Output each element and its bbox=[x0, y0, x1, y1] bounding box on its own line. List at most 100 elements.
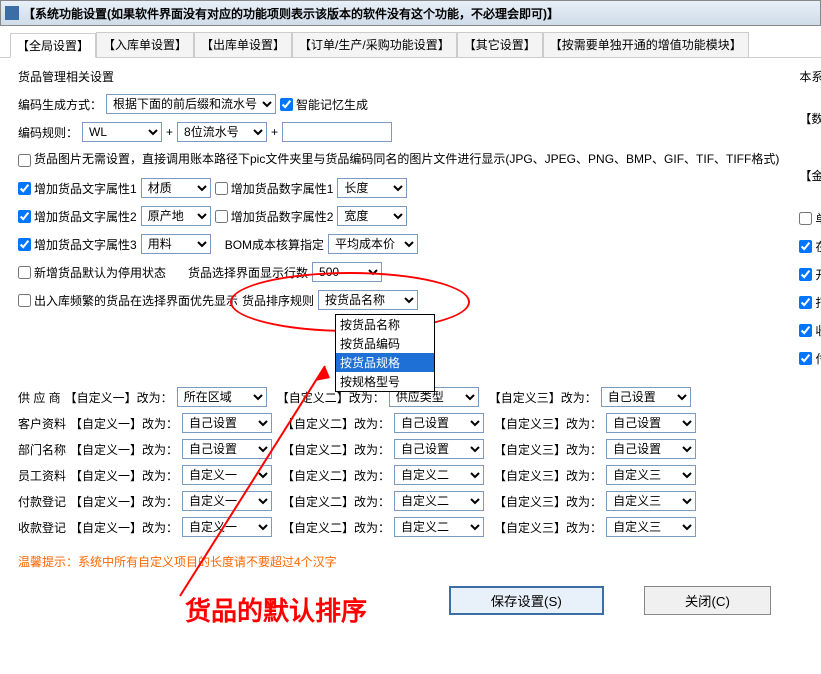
titlebar: 【系统功能设置(如果软件界面没有对应的功能项则表示该版本的软件没有这个功能，不必… bbox=[0, 0, 821, 26]
attr1-label: 增加货品文字属性1 bbox=[34, 180, 137, 197]
sort-rule-select[interactable]: 按货品名称 bbox=[318, 290, 418, 310]
tabbar: 【全局设置】 【入库单设置】 【出库单设置】 【订单/生产/采购功能设置】 【其… bbox=[0, 26, 821, 58]
crow4-s3[interactable]: 自定义三 bbox=[606, 491, 696, 511]
crow4-label: 付款登记 bbox=[18, 493, 66, 510]
enc-suffix-input[interactable] bbox=[282, 122, 392, 142]
crow5-s1[interactable]: 自定义一 bbox=[182, 517, 272, 537]
crow1-s2[interactable]: 自己设置 bbox=[394, 413, 484, 433]
col3-label-4: 【自定义三】改为： bbox=[494, 493, 602, 510]
c1-checkbox[interactable] bbox=[799, 212, 812, 225]
left-section-title: 货品管理相关设置 bbox=[18, 68, 779, 85]
crow3-s2[interactable]: 自定义二 bbox=[394, 465, 484, 485]
title-text: 【系统功能设置(如果软件界面没有对应的功能项则表示该版本的软件没有这个功能，不必… bbox=[23, 5, 559, 22]
right-section-title: 本系统中的通用设置项目 bbox=[799, 68, 821, 85]
tab-outbound[interactable]: 【出库单设置】 bbox=[194, 32, 292, 57]
c7-label: 收款登记保存后自动审核 bbox=[815, 322, 821, 339]
crow0-s3[interactable]: 自己设置 bbox=[601, 387, 691, 407]
c9-checkbox[interactable] bbox=[799, 352, 812, 365]
attr3-select[interactable]: 用料 bbox=[141, 234, 211, 254]
crow4-s1[interactable]: 自定义一 bbox=[182, 491, 272, 511]
col1-label-2: 【自定义一】改为： bbox=[70, 441, 178, 458]
sort-rule-dropdown-list[interactable]: 按货品名称 按货品编码 按货品规格 按规格型号 bbox=[335, 314, 435, 392]
col2-label-2: 【自定义二】改为： bbox=[282, 441, 390, 458]
enc-prefix-select[interactable]: WL bbox=[82, 122, 162, 142]
crow2-s2[interactable]: 自己设置 bbox=[394, 439, 484, 459]
close-button[interactable]: 关闭(C) bbox=[644, 586, 771, 615]
attr3-checkbox[interactable] bbox=[18, 238, 31, 251]
sort-opt-1[interactable]: 按货品编码 bbox=[336, 334, 434, 353]
c6-checkbox[interactable] bbox=[799, 296, 812, 309]
col2-label-3: 【自定义二】改为： bbox=[282, 467, 390, 484]
sort-opt-0[interactable]: 按货品名称 bbox=[336, 315, 434, 334]
crow5-s3[interactable]: 自定义三 bbox=[606, 517, 696, 537]
pic-note-label: 货品图片无需设置，直接调用账本路径下pic文件夹里与货品编码同名的图片文件进行显… bbox=[34, 152, 779, 168]
num1-label: 增加货品数字属性1 bbox=[231, 180, 334, 197]
plus-1: + bbox=[166, 125, 173, 139]
tab-order[interactable]: 【订单/生产/采购功能设置】 bbox=[292, 32, 457, 57]
inout-priority-label: 出入库频繁的货品在选择界面优先显示 bbox=[34, 292, 238, 309]
save-button[interactable]: 保存设置(S) bbox=[449, 586, 604, 615]
col3-label-1: 【自定义三】改为： bbox=[494, 415, 602, 432]
c7-checkbox[interactable] bbox=[799, 324, 812, 337]
crow3-s3[interactable]: 自定义三 bbox=[606, 465, 696, 485]
enc-method-select[interactable]: 根据下面的前后缀和流水号生成编 bbox=[106, 94, 276, 114]
warning-text: 温馨提示：系统中所有自定义项目的长度请不要超过4个汉字 bbox=[0, 545, 821, 578]
annotation-text: 货品的默认排序 bbox=[185, 591, 367, 628]
tab-global[interactable]: 【全局设置】 bbox=[10, 33, 96, 58]
bom-select[interactable]: 平均成本价 bbox=[328, 234, 418, 254]
col1-label-4: 【自定义一】改为： bbox=[70, 493, 178, 510]
show-rows-select[interactable]: 500 bbox=[312, 262, 382, 282]
num1-checkbox[interactable] bbox=[215, 182, 228, 195]
new-stop-label: 新增货品默认为停用状态 bbox=[34, 264, 166, 281]
c2-checkbox[interactable] bbox=[799, 240, 812, 253]
col2-label-5: 【自定义二】改为： bbox=[282, 519, 390, 536]
num2-select[interactable]: 宽度 bbox=[337, 206, 407, 226]
crow4-s2[interactable]: 自定义二 bbox=[394, 491, 484, 511]
attr1-select[interactable]: 材质 bbox=[141, 178, 211, 198]
app-icon bbox=[5, 6, 19, 20]
attr3-label: 增加货品文字属性3 bbox=[34, 236, 137, 253]
crow5-label: 收款登记 bbox=[18, 519, 66, 536]
enc-rule-label: 编码规则： bbox=[18, 124, 78, 141]
col1-label-0: 【自定义一】改为： bbox=[65, 389, 173, 406]
pic-checkbox[interactable] bbox=[18, 154, 31, 167]
crow2-s1[interactable]: 自己设置 bbox=[182, 439, 272, 459]
attr1-checkbox[interactable] bbox=[18, 182, 31, 195]
col3-label-5: 【自定义三】改为： bbox=[494, 519, 602, 536]
col3-label-2: 【自定义三】改为： bbox=[494, 441, 602, 458]
attr2-label: 增加货品文字属性2 bbox=[34, 208, 137, 225]
num1-select[interactable]: 长度 bbox=[337, 178, 407, 198]
crow1-s1[interactable]: 自己设置 bbox=[182, 413, 272, 433]
c4-checkbox[interactable] bbox=[799, 268, 812, 281]
attr2-checkbox[interactable] bbox=[18, 210, 31, 223]
enc-method-label: 编码生成方式： bbox=[18, 96, 102, 113]
sort-opt-2[interactable]: 按货品规格 bbox=[336, 353, 434, 372]
crow5-s2[interactable]: 自定义二 bbox=[394, 517, 484, 537]
crow3-s1[interactable]: 自定义一 bbox=[182, 465, 272, 485]
bom-label: BOM成本核算指定 bbox=[225, 236, 324, 253]
enc-mid-select[interactable]: 8位流水号 bbox=[177, 122, 267, 142]
smart-gen-label: 智能记忆生成 bbox=[296, 96, 368, 113]
attr2-select[interactable]: 原产地 bbox=[141, 206, 211, 226]
crow0-s1[interactable]: 所在区域 bbox=[177, 387, 267, 407]
crow2-s3[interactable]: 自己设置 bbox=[606, 439, 696, 459]
sort-opt-3[interactable]: 按规格型号 bbox=[336, 372, 434, 391]
show-rows-label: 货品选择界面显示行数 bbox=[188, 264, 308, 281]
col1-label-3: 【自定义一】改为： bbox=[70, 467, 178, 484]
tab-other[interactable]: 【其它设置】 bbox=[457, 32, 543, 57]
col3-label-0: 【自定义三】改为： bbox=[489, 389, 597, 406]
inout-priority-checkbox[interactable] bbox=[18, 294, 31, 307]
new-stop-checkbox[interactable] bbox=[18, 266, 31, 279]
col2-label-4: 【自定义二】改为： bbox=[282, 493, 390, 510]
col1-label-1: 【自定义一】改为： bbox=[70, 415, 178, 432]
tab-inbound[interactable]: 【入库单设置】 bbox=[96, 32, 194, 57]
crow0-label: 供 应 商 bbox=[18, 389, 61, 406]
num2-checkbox[interactable] bbox=[215, 210, 228, 223]
plus-2: + bbox=[271, 125, 278, 139]
c6-label: 打印时显示公司LOGO图片 bbox=[815, 294, 821, 311]
amount-label: 【金额】保留 bbox=[799, 167, 821, 184]
tab-addon[interactable]: 【按需要单独开通的增值功能模块】 bbox=[543, 32, 749, 57]
crow1-label: 客户资料 bbox=[18, 415, 66, 432]
smart-gen-checkbox[interactable] bbox=[280, 98, 293, 111]
crow1-s3[interactable]: 自己设置 bbox=[606, 413, 696, 433]
